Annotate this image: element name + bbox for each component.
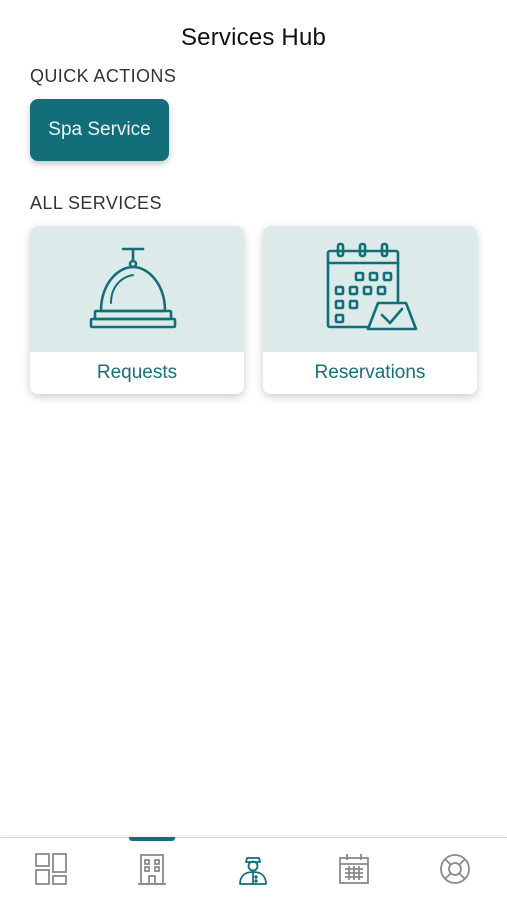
reservations-card[interactable]: Reservations: [263, 226, 477, 394]
requests-card[interactable]: Requests: [30, 226, 244, 394]
lifebuoy-icon: [439, 854, 470, 884]
requests-card-art: [30, 226, 244, 352]
service-bell-icon: [89, 247, 177, 329]
page-title: Services Hub: [180, 24, 327, 51]
concierge-icon: [238, 857, 267, 885]
bottom-tab-bar: [0, 837, 507, 900]
tab-help[interactable]: [404, 838, 505, 900]
quick-actions-heading: QUICK ACTIONS: [30, 66, 177, 86]
dashboard-icon: [34, 853, 67, 885]
all-services-heading: ALL SERVICES: [30, 193, 162, 213]
calendar-icon: [338, 854, 369, 884]
tab-dashboard[interactable]: [0, 838, 101, 900]
reservations-card-art: [263, 226, 477, 352]
tab-calendar[interactable]: [303, 838, 404, 900]
tab-concierge[interactable]: [202, 838, 303, 900]
calendar-check-icon: [326, 242, 418, 331]
reservations-label: Reservations: [263, 352, 477, 394]
hotel-icon: [137, 854, 166, 885]
tab-hotel[interactable]: [101, 838, 202, 900]
requests-label: Requests: [30, 352, 244, 394]
spa-service-button[interactable]: Spa Service: [30, 99, 169, 161]
